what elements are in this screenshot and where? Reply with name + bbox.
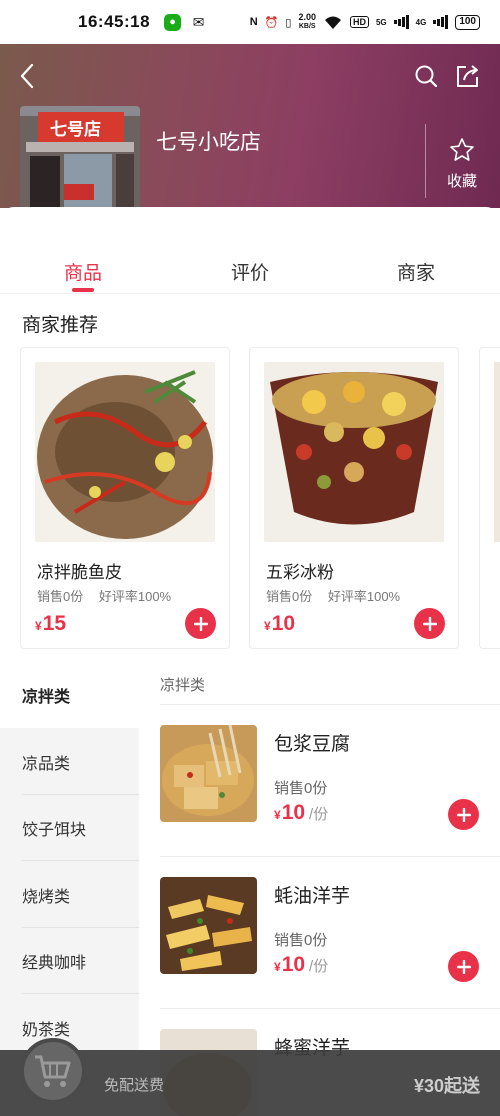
signal-5g-label: 5G <box>375 17 387 27</box>
min-order-button[interactable]: ¥30起送 <box>414 1072 480 1098</box>
menu-item-price: ¥10/份 <box>274 953 328 977</box>
plus-icon <box>422 616 437 631</box>
plus-icon <box>193 616 208 631</box>
plus-icon <box>456 807 471 822</box>
cart-button[interactable] <box>20 1038 86 1104</box>
alarm-icon: ⏰ <box>264 16 279 29</box>
recommend-stats: 销售0份 好评率100% <box>37 586 171 605</box>
cart-bar[interactable]: 免配送费 ¥30起送 <box>0 1038 500 1116</box>
recommend-rating: 好评率100% <box>327 589 401 604</box>
battery-indicator: 100 <box>455 14 480 30</box>
vibrate-icon: ▯ <box>285 16 292 29</box>
sidebar-category[interactable]: 凉品类 <box>0 729 139 795</box>
add-to-cart-button[interactable] <box>414 608 445 639</box>
recommend-name: 凉拌脆鱼皮 <box>37 563 122 582</box>
recommend-price: ¥10 <box>264 612 295 636</box>
menu-item-name: 包浆豆腐 <box>274 734 351 755</box>
currency-symbol: ¥ <box>264 619 271 633</box>
recommend-sales: 销售0份 <box>266 589 313 604</box>
sidebar-category-label: 凉品类 <box>22 756 71 773</box>
menu-item-sales: 销售0份 <box>274 932 328 949</box>
recommend-rating: 好评率100% <box>98 589 172 604</box>
cart-icon <box>35 1055 71 1087</box>
plus-icon <box>456 959 471 974</box>
recommend-sales: 销售0份 <box>37 589 84 604</box>
wifi-icon <box>323 14 343 30</box>
currency-symbol: ¥ <box>274 808 281 822</box>
sidebar-category-label: 烧烤类 <box>22 889 71 906</box>
sidebar-category[interactable]: 饺子饵块 <box>0 795 139 861</box>
sidebar-category-label: 凉拌类 <box>22 689 71 706</box>
tab-reviews[interactable]: 评价 <box>231 258 269 285</box>
price-value: 10 <box>281 801 306 824</box>
add-to-cart-button[interactable] <box>185 608 216 639</box>
currency-symbol: ¥ <box>274 960 281 974</box>
food-image-tofu <box>160 725 257 822</box>
price-unit: /份 <box>309 958 329 975</box>
price-value: 15 <box>42 612 67 635</box>
chat-app-icon: ● <box>164 13 182 31</box>
status-bar: 16:45:18 ● ✉ N ⏰ ▯ 2.00 KB/S HD 5G 4G 10… <box>0 0 500 44</box>
delivery-fee-text: 免配送费 <box>104 1077 165 1094</box>
tab-indicator <box>72 288 94 292</box>
category-heading: 凉拌类 <box>160 677 206 694</box>
shop-name: 七号小吃店 <box>156 131 261 154</box>
tab-bar: 商品 评价 商家 <box>0 244 500 294</box>
tab-products[interactable]: 商品 <box>64 258 102 285</box>
signal-5g-icon <box>393 15 409 29</box>
shop-sign-text: 七号店 <box>50 120 101 140</box>
shop-header: 七号店 七号小吃店 收藏 <box>0 44 500 224</box>
favorite-label[interactable]: 收藏 <box>447 170 477 191</box>
recommend-card[interactable]: 五彩冰粉 销售0份 好评率100% ¥10 <box>249 347 459 649</box>
menu-item[interactable]: 蚝油洋芋 销售0份 ¥10/份 <box>160 857 500 1009</box>
sidebar-category-label: 饺子饵块 <box>22 822 87 839</box>
sidebar-category[interactable]: 烧烤类 <box>0 862 139 928</box>
food-image-ice-jelly <box>264 362 444 542</box>
menu-item-sales: 销售0份 <box>274 780 328 797</box>
tab-merchant[interactable]: 商家 <box>397 258 435 285</box>
star-icon[interactable] <box>448 136 476 164</box>
search-icon[interactable] <box>414 64 438 88</box>
share-icon[interactable] <box>454 62 482 90</box>
recommend-card[interactable]: 凉拌脆鱼皮 销售0份 好评率100% ¥15 <box>20 347 230 649</box>
wechat-icon: ✉ <box>192 13 205 30</box>
sidebar-category-label: 奶茶类 <box>22 1022 71 1039</box>
recommend-card-partial[interactable] <box>479 347 500 649</box>
network-speed-value: 2.00 <box>298 12 316 22</box>
sidebar-category[interactable]: 凉拌类 <box>0 662 139 728</box>
sidebar-category-label: 经典咖啡 <box>22 955 87 972</box>
nfc-icon: N <box>249 16 258 28</box>
back-arrow-icon[interactable] <box>16 62 40 90</box>
status-time: 16:45:18 <box>78 12 151 31</box>
recommend-title: 商家推荐 <box>22 315 99 336</box>
menu-item[interactable]: 包浆豆腐 销售0份 ¥10/份 <box>160 705 500 857</box>
price-unit: /份 <box>309 806 329 823</box>
food-image-partial <box>494 362 500 542</box>
favorite-divider <box>425 124 426 198</box>
recommend-stats: 销售0份 好评率100% <box>266 586 400 605</box>
recommend-price: ¥15 <box>35 612 66 636</box>
add-to-cart-button[interactable] <box>448 799 479 830</box>
currency-symbol: ¥ <box>35 619 42 633</box>
recommend-name: 五彩冰粉 <box>266 563 334 582</box>
food-image-fish-skin <box>35 362 215 542</box>
signal-4g-label: 4G <box>415 17 427 27</box>
hd-badge: HD <box>349 16 369 28</box>
menu-item-price: ¥10/份 <box>274 801 328 825</box>
signal-4g-icon <box>433 15 449 29</box>
price-value: 10 <box>281 953 306 976</box>
price-value: 10 <box>271 612 296 635</box>
food-image-potato <box>160 877 257 974</box>
network-speed: 2.00 KB/S <box>298 13 316 31</box>
add-to-cart-button[interactable] <box>448 951 479 982</box>
menu-item-name: 蚝油洋芋 <box>274 886 351 907</box>
network-speed-unit: KB/S <box>298 23 316 30</box>
sidebar-category[interactable]: 经典咖啡 <box>0 928 139 994</box>
